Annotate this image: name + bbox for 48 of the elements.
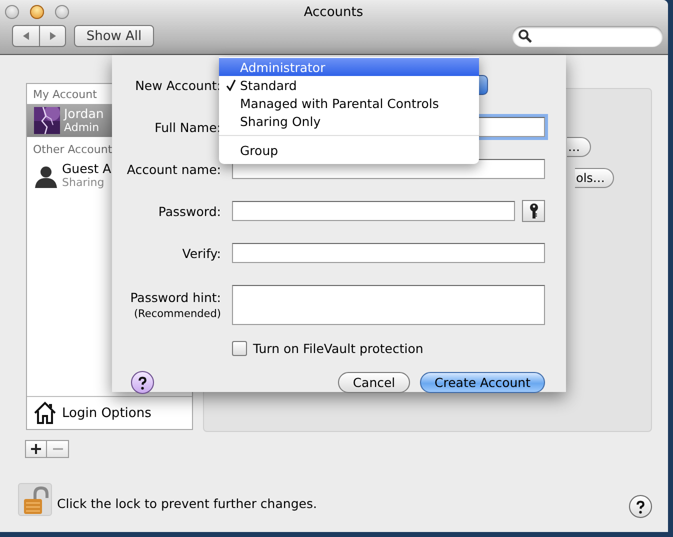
- password-assistant-button[interactable]: [522, 200, 545, 222]
- input-field[interactable]: [232, 243, 545, 263]
- account-type: Admin: [64, 120, 100, 134]
- account-type: Sharing: [62, 176, 106, 190]
- input-field[interactable]: [232, 201, 515, 221]
- lock-message: Click the lock to prevent further changes.: [57, 496, 317, 511]
- cancel-button[interactable]: Cancel: [338, 372, 410, 393]
- section-header: My Account: [33, 87, 97, 103]
- field-label: Password hint:: [130, 290, 221, 306]
- menu-item[interactable]: Managed with Parental Controls: [219, 94, 479, 112]
- change-password-button[interactable]: …: [567, 137, 591, 157]
- menu-item[interactable]: Administrator: [219, 58, 479, 76]
- key-icon: [528, 203, 538, 219]
- field-label: Verify:: [181, 246, 221, 260]
- left-arrow-icon: [21, 31, 31, 41]
- field-label: Account name:: [126, 162, 221, 176]
- field-note: (Recommended): [134, 307, 221, 322]
- field-label: New Account:: [134, 78, 221, 92]
- input-field[interactable]: [232, 285, 545, 325]
- show-all-button[interactable]: Show All: [74, 25, 154, 47]
- login-options-item[interactable]: Login Options: [27, 396, 192, 429]
- search-icon: [518, 29, 532, 43]
- help-button[interactable]: [131, 371, 154, 394]
- open-parental-controls-button[interactable]: ols…: [575, 168, 614, 188]
- section-header: Other Account: [33, 142, 112, 158]
- checkmark-icon: [226, 79, 236, 91]
- checkbox-label: Turn on FileVault protection: [253, 341, 424, 356]
- person-icon: [34, 164, 58, 188]
- help-button[interactable]: [629, 495, 652, 518]
- close-button[interactable]: [5, 5, 19, 19]
- plus-icon: [31, 444, 41, 454]
- zoom-button[interactable]: [55, 5, 69, 19]
- house-icon: [33, 401, 57, 425]
- field-label: Password:: [157, 204, 221, 218]
- back-button[interactable]: [12, 25, 39, 47]
- menu-item[interactable]: Sharing Only: [219, 112, 479, 130]
- account-name: Jordan: [64, 106, 104, 120]
- menu-item[interactable]: Standard: [219, 76, 479, 94]
- minimize-button[interactable]: [30, 5, 44, 19]
- forward-button[interactable]: [39, 25, 66, 47]
- account-name: Guest A: [62, 162, 112, 176]
- menu-item[interactable]: Group: [219, 141, 479, 159]
- search-field[interactable]: [512, 26, 663, 46]
- add-button[interactable]: [25, 440, 47, 458]
- create-account-button[interactable]: Create Account: [420, 372, 545, 393]
- right-arrow-icon: [48, 31, 58, 41]
- window-title: Accounts: [302, 4, 364, 20]
- checkbox[interactable]: [232, 341, 247, 356]
